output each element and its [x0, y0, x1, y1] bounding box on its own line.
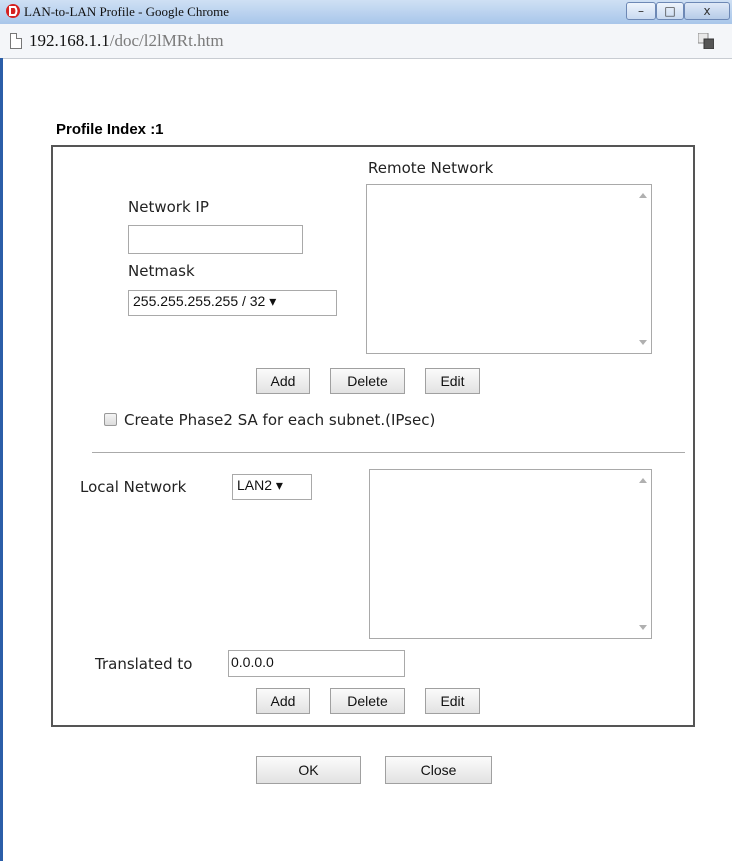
remote-network-label: Remote Network	[368, 159, 494, 177]
phase2-checkbox[interactable]	[104, 413, 117, 426]
window-title: LAN-to-LAN Profile - Google Chrome	[24, 4, 230, 19]
remote-list-scrollbar[interactable]	[635, 185, 651, 353]
scroll-down-icon[interactable]	[639, 340, 647, 345]
close-window-button[interactable]: x	[684, 2, 730, 20]
close-button[interactable]: Close	[385, 756, 492, 784]
page-icon	[10, 33, 22, 49]
section-divider	[92, 452, 685, 453]
remote-edit-button[interactable]: Edit	[425, 368, 480, 394]
translated-to-label: Translated to	[95, 655, 193, 673]
window-border	[0, 58, 3, 861]
network-ip-label: Network IP	[128, 198, 209, 216]
scroll-up-icon[interactable]	[639, 193, 647, 198]
scroll-up-icon[interactable]	[639, 478, 647, 483]
local-delete-button[interactable]: Delete	[330, 688, 405, 714]
url-text[interactable]: 192.168.1.1/doc/l2lMRt.htm	[29, 31, 224, 51]
minimize-button[interactable]: –	[626, 2, 656, 20]
scroll-down-icon[interactable]	[639, 625, 647, 630]
close-icon: x	[703, 4, 711, 18]
local-network-list[interactable]	[369, 469, 652, 639]
translate-icon[interactable]	[698, 33, 714, 49]
address-bar[interactable]: 192.168.1.1/doc/l2lMRt.htm	[0, 24, 732, 59]
network-ip-input[interactable]	[128, 225, 303, 254]
local-network-label: Local Network	[80, 478, 187, 496]
translated-to-input[interactable]: 0.0.0.0	[228, 650, 405, 677]
maximize-icon: □	[664, 4, 676, 18]
local-edit-button[interactable]: Edit	[425, 688, 480, 714]
netmask-select[interactable]: 255.255.255.255 / 32 ▾	[128, 290, 337, 316]
remote-add-button[interactable]: Add	[256, 368, 310, 394]
remote-network-list[interactable]	[366, 184, 652, 354]
app-logo-icon	[6, 4, 20, 18]
remote-delete-button[interactable]: Delete	[330, 368, 405, 394]
profile-index-heading: Profile Index :1	[56, 121, 164, 138]
maximize-button[interactable]: □	[656, 2, 684, 20]
local-list-scrollbar[interactable]	[635, 470, 651, 638]
netmask-label: Netmask	[128, 262, 195, 280]
url-host: 192.168.1.1	[29, 31, 110, 50]
window-titlebar: LAN-to-LAN Profile - Google Chrome – □ x	[0, 0, 732, 25]
local-add-button[interactable]: Add	[256, 688, 310, 714]
ok-button[interactable]: OK	[256, 756, 361, 784]
local-network-select[interactable]: LAN2 ▾	[232, 474, 312, 500]
phase2-label: Create Phase2 SA for each subnet.(IPsec)	[124, 411, 436, 429]
minimize-icon: –	[638, 4, 644, 18]
url-path: /doc/l2lMRt.htm	[109, 31, 224, 50]
